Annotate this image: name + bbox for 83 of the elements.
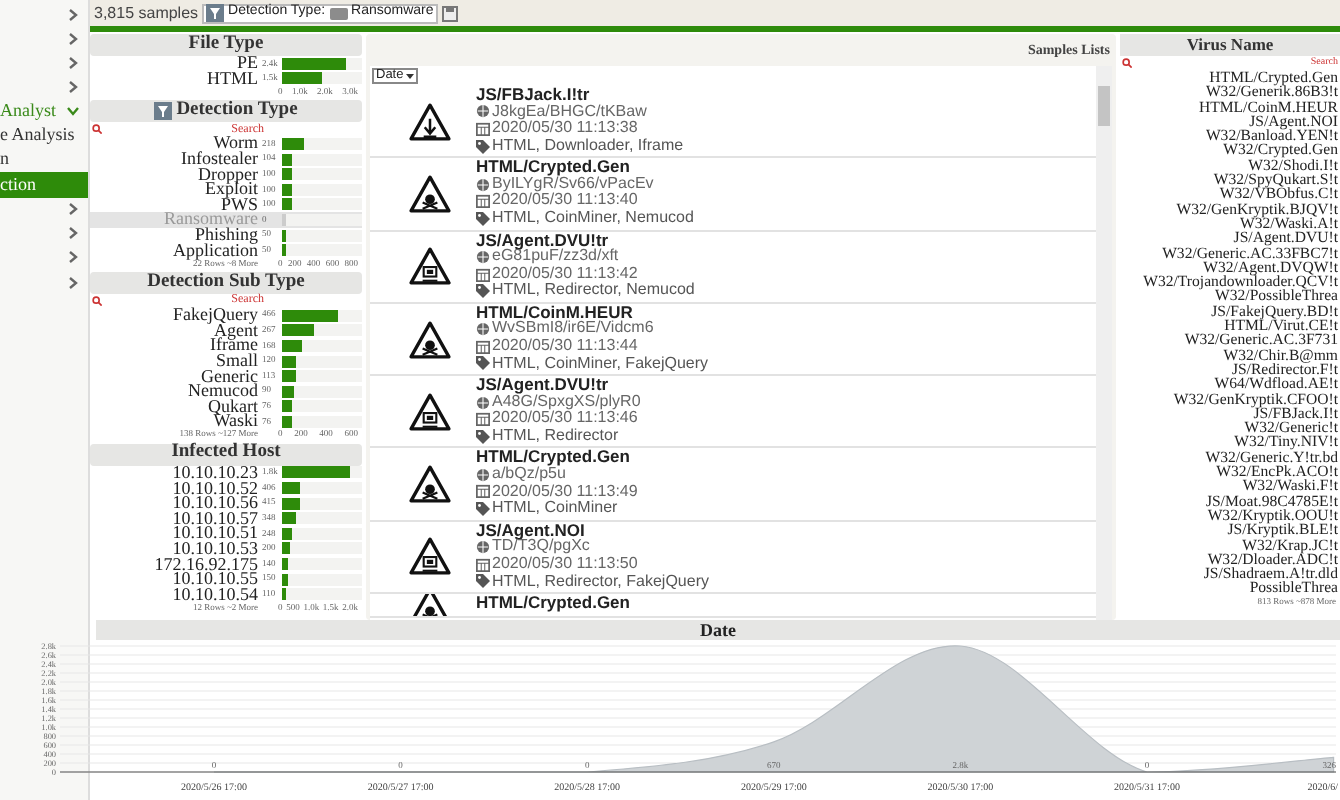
sample-tags: HTML, Redirector, FakejQuery <box>492 573 709 591</box>
globe-icon <box>476 540 490 555</box>
warning-icon <box>408 536 452 577</box>
search-icon <box>92 124 102 135</box>
search-icon <box>1122 58 1132 68</box>
sidebar-item[interactable]: n <box>0 148 88 173</box>
warning-icon <box>408 173 452 214</box>
search-icon <box>92 295 102 306</box>
sample-item[interactable]: HTML/CoinM.HEUR WvSBmI8/ir6E/Vidcm6 2020/05/30 11:13:44 HTML, CoinMiner, FakejQuery <box>370 303 1096 377</box>
filter-icon <box>206 4 225 22</box>
calendar-icon <box>476 557 490 572</box>
warning-icon <box>408 464 452 505</box>
sample-url: a/bQz/p5u <box>492 466 566 484</box>
sample-url: J8kgEa/BHGC/tKBaw <box>492 103 647 120</box>
sample-date: 2020/05/30 11:13:44 <box>492 338 638 356</box>
calendar-icon <box>476 267 490 282</box>
sample-item[interactable]: JS/Agent.NOI TD/T3Q/pgXc 2020/05/30 11:13:50 HTML, Redirector, FakejQuery <box>370 521 1096 595</box>
sample-url: eG81puF/zz3d/xft <box>492 248 619 266</box>
warning-icon <box>408 101 452 142</box>
sample-date: 2020/05/30 11:13:49 <box>492 483 638 500</box>
sample-item[interactable]: JS/FBJack.I!tr J8kgEa/BHGC/tKBaw 2020/05/30 11:13:38 HTML, Downloader, Iframe <box>370 86 1096 159</box>
sample-item[interactable]: JS/Agent.DVU!tr eG81puF/zz3d/xft 2020/05/30 11:13:42 HTML, Redirector, Nemucod <box>370 231 1096 304</box>
sample-tags: HTML, CoinMiner, FakejQuery <box>492 355 709 373</box>
globe-icon <box>476 322 490 337</box>
tag-icon <box>476 356 490 371</box>
warning-icon <box>408 246 452 287</box>
calendar-icon <box>476 194 490 209</box>
sample-name: HTML/Crypted.Gen <box>476 448 632 467</box>
sample-date: 2020/05/30 11:13:46 <box>492 410 638 428</box>
sample-name: JS/FBJack.I!tr <box>476 86 592 104</box>
sample-date: 2020/05/30 11:13:50 <box>492 555 638 574</box>
tag-icon <box>476 284 490 299</box>
sample-url: ByILYgR/Sv66/vPacEv <box>492 175 654 192</box>
tag-icon <box>476 211 490 226</box>
tag-icon <box>476 574 490 589</box>
sample-url: A48G/SpxgXS/plyR0 <box>492 393 641 410</box>
sample-date: 2020/05/30 11:13:42 <box>492 265 638 282</box>
tag-icon <box>476 429 490 444</box>
calendar-icon <box>476 121 490 136</box>
sample-item[interactable]: HTML/Crypted.Gen a/bQz/p5u 2020/05/30 11:13:49 HTML, CoinMiner <box>370 448 1096 522</box>
sample-url: WvSBmI8/ir6E/Vidcm6 <box>492 320 654 338</box>
warning-icon <box>408 319 452 360</box>
tag-icon <box>476 139 490 154</box>
save-icon[interactable] <box>441 5 458 21</box>
panel-title: Detection Sub Type <box>147 273 305 293</box>
sample-url: TD/T3Q/pgXc <box>492 538 590 556</box>
filter-type-icon <box>329 7 348 19</box>
sample-tags: HTML, CoinMiner <box>492 500 618 518</box>
panel-title: Detection Type <box>176 101 298 121</box>
calendar-icon <box>476 412 490 427</box>
panel-title: Date <box>700 621 736 639</box>
caret-icon <box>405 73 414 79</box>
globe-icon <box>476 395 490 410</box>
sample-item[interactable]: JS/Agent.DVU!tr A48G/SpxgXS/plyR0 2020/05/30 11:13:46 HTML, Redirector <box>370 376 1096 449</box>
sample-name: JS/Agent.NOI <box>476 521 585 539</box>
globe-icon <box>476 467 490 482</box>
sample-name: JS/Agent.DVU!tr <box>476 376 609 394</box>
sample-tags: HTML, Downloader, Iframe <box>492 137 684 155</box>
sample-tags: HTML, Redirector, Nemucod <box>492 282 695 300</box>
warning-icon <box>408 391 452 432</box>
sidebar-item[interactable]: e Analysis <box>0 123 88 149</box>
panel-title: Infected Host <box>171 444 281 464</box>
calendar-icon <box>476 484 490 499</box>
sample-date: 2020/05/30 11:13:38 <box>492 120 638 138</box>
sample-name: HTML/Crypted.Gen <box>476 158 630 176</box>
sample-tags: HTML, Redirector <box>492 427 619 446</box>
sample-item[interactable]: HTML/Crypted.Gen ByILYgR/Sv66/vPacEv 2020/05/30 11:13:40 HTML, CoinMiner, Nemucod <box>370 158 1096 232</box>
tag-icon <box>476 502 490 517</box>
sample-name: HTML/CoinM.HEUR <box>476 303 633 321</box>
globe-icon <box>476 177 490 192</box>
sample-date: 2020/05/30 11:13:40 <box>492 192 638 210</box>
scrollbar[interactable] <box>1096 66 1112 620</box>
sample-tags: HTML, CoinMiner, Nemucod <box>492 210 694 228</box>
panel-title: Virus Name <box>1186 36 1274 54</box>
globe-icon <box>476 104 490 119</box>
panel-title: File Type <box>188 35 264 55</box>
sample-count: 3,815 samples <box>94 1 199 25</box>
globe-icon <box>476 249 490 264</box>
sidebar-item[interactable]: ction <box>0 172 88 197</box>
sample-name: HTML/Crypted.Gen <box>476 594 630 612</box>
calendar-icon <box>476 339 490 354</box>
sidebar-item[interactable]: Analyst <box>0 99 88 124</box>
sample-name: JS/Agent.DVU!tr <box>476 231 609 249</box>
